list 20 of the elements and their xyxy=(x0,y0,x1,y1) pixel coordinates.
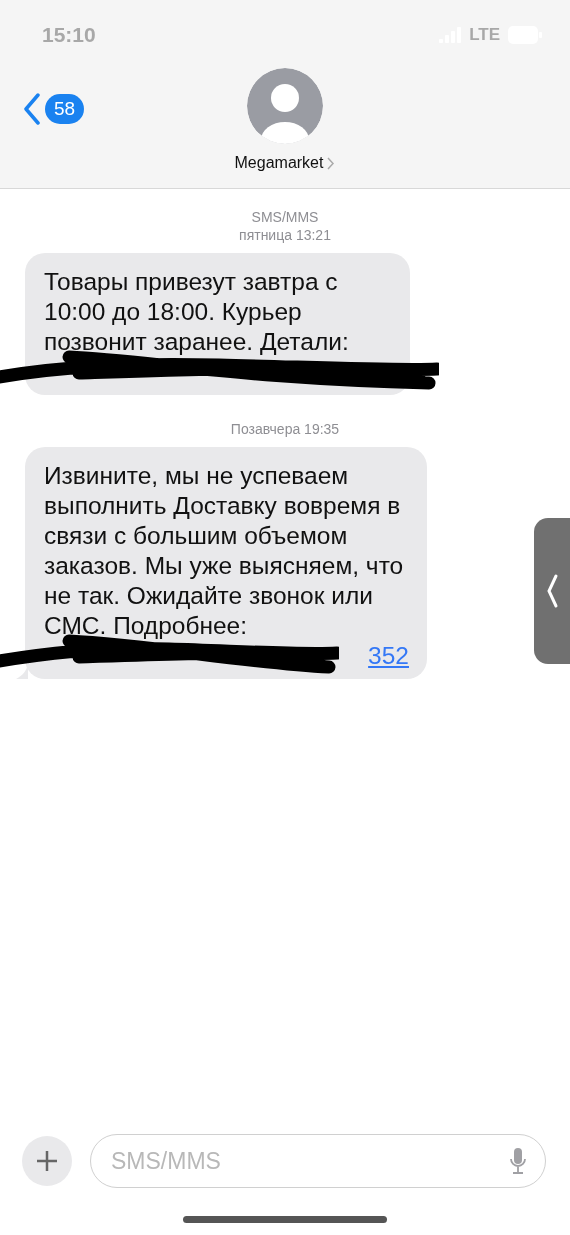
message-timestamp: Позавчера 19:35 xyxy=(229,421,341,437)
add-button[interactable] xyxy=(22,1136,72,1186)
chevron-left-icon xyxy=(546,574,558,608)
back-button[interactable]: 58 xyxy=(22,93,85,125)
microphone-icon[interactable] xyxy=(509,1147,527,1175)
status-time: 15:10 xyxy=(42,23,96,47)
chevron-left-icon xyxy=(22,93,42,125)
message-timestamp: пятница 13:21 xyxy=(238,227,332,243)
message-link[interactable]: 352 xyxy=(368,641,409,671)
chevron-right-icon xyxy=(327,156,336,170)
message-input[interactable]: SMS/MMS xyxy=(109,1146,509,1176)
avatar-icon[interactable] xyxy=(247,68,323,144)
service-label: SMS/MMS xyxy=(250,209,320,225)
message-text: Извините, мы не успеваем выполнить Доставку вовремя в связи с большим объемом заказов. Мы уже выясняем, что не так. Ожидайте звонок или СМС. Подробнее: xyxy=(44,461,405,641)
message-text: Товары привезут завтра с 10:00 до 18:00. Курьер позвонит заранее. Детали: xyxy=(44,267,350,357)
side-handle[interactable] xyxy=(534,518,570,664)
network-label: LTE xyxy=(469,25,500,45)
contact-name[interactable]: Megamarket xyxy=(234,154,336,172)
plus-icon xyxy=(36,1150,58,1172)
unread-badge: 58 xyxy=(45,94,85,124)
